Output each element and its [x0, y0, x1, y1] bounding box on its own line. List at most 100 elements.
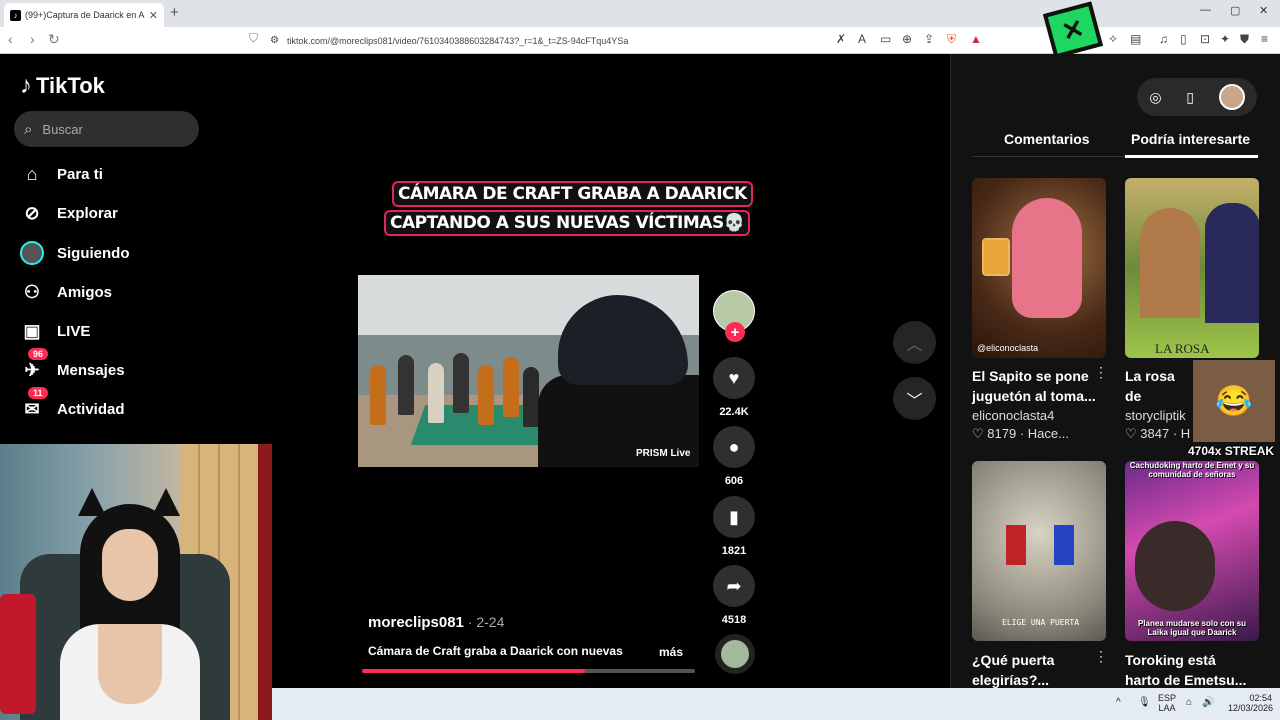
- sidebar-item-actividad[interactable]: ✉ 11 Actividad: [20, 387, 125, 423]
- bookmark-icon[interactable]: ⛉: [249, 31, 258, 46]
- comment-button[interactable]: ●: [713, 426, 755, 468]
- sidebar-item-label: Explorar: [57, 204, 118, 222]
- menu-icon[interactable]: ≡: [1261, 32, 1268, 46]
- sidebar-item-mensajes[interactable]: ✈ 96 Mensajes: [20, 348, 125, 384]
- thumbnail-top-text: Cachudoking harto de Emet y su comunidad…: [1129, 461, 1255, 479]
- video-author[interactable]: moreclips081 · 2-24: [368, 614, 504, 631]
- sidebar-item-live[interactable]: ▣ LIVE: [20, 317, 90, 345]
- save-button[interactable]: ▮: [713, 496, 755, 538]
- following-avatar-icon: ◉: [20, 241, 44, 265]
- heart-icon: ♥: [728, 367, 740, 388]
- sidebar-item-amigos[interactable]: ⚇ Amigos: [20, 278, 112, 306]
- heart-outline-icon: ♡: [1125, 426, 1137, 441]
- site-settings-icon[interactable]: ⚙: [270, 35, 279, 46]
- comment-count: 606: [724, 475, 744, 487]
- url-text: tiktok.com/@moreclips081/video/761034038…: [286, 35, 629, 46]
- video-thumbnail[interactable]: ELIGE UNA PUERTA: [972, 461, 1106, 641]
- sidebar-item-explorar[interactable]: ⊘ Explorar: [20, 199, 118, 227]
- video-player[interactable]: [358, 275, 699, 467]
- reader-icon[interactable]: ✗: [836, 32, 846, 46]
- video-user[interactable]: storycliptik: [1125, 408, 1195, 423]
- video-progress-bar[interactable]: [362, 669, 695, 673]
- close-window-button[interactable]: ✕: [1259, 4, 1268, 17]
- share-icon[interactable]: ⇪: [924, 32, 934, 46]
- more-options-icon[interactable]: ⋮: [1094, 364, 1108, 381]
- rewards-icon[interactable]: ▲: [970, 32, 982, 46]
- new-tab-button[interactable]: +: [170, 4, 179, 21]
- video-thumbnail[interactable]: @eliconoclasta: [972, 178, 1106, 358]
- video-thumbnail[interactable]: LA ROSA: [1125, 178, 1259, 358]
- sidebar-item-label: Siguiendo: [57, 244, 130, 262]
- next-video-button[interactable]: ﹀: [893, 377, 936, 420]
- thumbnail-handle: @eliconoclasta: [977, 343, 1039, 353]
- follow-plus-icon[interactable]: +: [725, 322, 745, 342]
- volume-icon[interactable]: 🔊: [1202, 697, 1214, 708]
- messages-icon: ✈ 96: [20, 348, 49, 382]
- minimize-button[interactable]: —: [1200, 4, 1211, 16]
- shield-icon[interactable]: ⛊: [1240, 32, 1249, 47]
- tiktok-logo[interactable]: ♪ TikTok: [20, 72, 105, 100]
- device-icon[interactable]: ▯: [1186, 89, 1194, 106]
- forward-icon[interactable]: ›: [30, 31, 35, 47]
- music-disc-icon[interactable]: [715, 634, 755, 674]
- activity-icon: ✉ 11: [20, 387, 48, 421]
- network-icon[interactable]: ⌂: [1186, 697, 1192, 708]
- clock[interactable]: 02:54 12/03/2026: [1228, 693, 1273, 713]
- back-icon[interactable]: ‹: [8, 31, 13, 47]
- vpn-icon[interactable]: ⊡: [1200, 32, 1210, 46]
- video-caption-line2: CAPTANDO A SUS NUEVAS VÍCTIMAS💀: [384, 210, 751, 236]
- brave-shield-icon[interactable]: ⛨: [947, 32, 956, 47]
- close-tab-icon[interactable]: ✕: [149, 9, 158, 22]
- wallet-icon[interactable]: ▤: [1130, 32, 1141, 46]
- tab-comentarios[interactable]: Comentarios: [1004, 131, 1090, 147]
- music-icon[interactable]: ♫: [1159, 32, 1168, 46]
- search-placeholder: Buscar: [42, 121, 83, 137]
- sidebar-item-para-ti[interactable]: ⌂ Para ti: [20, 160, 103, 188]
- video-caption-line1: CÁMARA DE CRAFT GRABA A DAARICK: [392, 181, 753, 207]
- leo-ai-icon[interactable]: ✦: [1220, 32, 1230, 46]
- previous-video-button[interactable]: ︿: [893, 321, 936, 364]
- language-indicator[interactable]: ESP LAA: [1158, 693, 1176, 713]
- cast-icon[interactable]: ▭: [880, 32, 891, 46]
- sidebar-item-siguiendo[interactable]: ◉ Siguiendo: [20, 239, 130, 267]
- more-options-icon[interactable]: ⋮: [1094, 648, 1108, 665]
- microphone-icon[interactable]: 🎙: [1138, 697, 1151, 708]
- thumbnail-overlay-text: ELIGE UNA PUERTA: [1002, 618, 1080, 627]
- video-thumbnail[interactable]: Cachudoking harto de Emet y su comunidad…: [1125, 461, 1259, 641]
- translate-icon[interactable]: A: [858, 32, 866, 46]
- search-input[interactable]: ⌕ Buscar: [14, 111, 199, 147]
- like-count: 22.4K: [719, 406, 749, 418]
- browser-tab[interactable]: ♪ (99+)Captura de Daarick en A ✕: [4, 3, 164, 27]
- zoom-icon[interactable]: ⊕: [902, 32, 912, 46]
- sidebar-item-label: Amigos: [57, 283, 113, 301]
- video-title[interactable]: Toroking está harto de Emetsu...: [1125, 650, 1253, 690]
- messages-badge: 96: [28, 348, 49, 360]
- compass-icon[interactable]: ◎: [1149, 89, 1161, 106]
- live-icon: ▣: [23, 320, 41, 341]
- windows-taskbar: [272, 688, 1280, 720]
- tab-podria-interesarte[interactable]: Podría interesarte: [1131, 131, 1250, 147]
- comment-icon: ●: [728, 436, 740, 457]
- reload-icon[interactable]: ↻: [48, 31, 60, 48]
- video-title[interactable]: La rosa de Guadalupe: [1125, 366, 1195, 406]
- video-title[interactable]: ¿Qué puerta elegirías?...: [972, 650, 1100, 690]
- thumbnail-overlay-text: LA ROSA: [1155, 341, 1210, 356]
- sidebar-icon[interactable]: ▯: [1180, 32, 1187, 46]
- video-meta: ♡ 8179 · Hace...: [972, 426, 1069, 441]
- profile-avatar[interactable]: [1218, 84, 1245, 110]
- share-button[interactable]: ➦: [713, 565, 755, 607]
- post-date: · 2-24: [463, 614, 505, 630]
- video-title[interactable]: El Sapito se pone juguetón al toma...: [972, 366, 1100, 406]
- extensions-icon[interactable]: ✧: [1108, 32, 1118, 46]
- video-description: Cámara de Craft graba a Daarick con nuev…: [368, 644, 623, 658]
- sidebar-item-label: Mensajes: [57, 361, 125, 379]
- like-button[interactable]: ♥: [713, 357, 755, 399]
- share-arrow-icon: ➦: [726, 575, 742, 596]
- video-user[interactable]: eliconoclasta4: [972, 408, 1054, 423]
- more-button[interactable]: más: [659, 645, 683, 659]
- thumbnail-overlay-text: Planea mudarse solo con su Laika igual q…: [1137, 619, 1247, 637]
- maximize-button[interactable]: ▢: [1230, 4, 1240, 17]
- webcam-overlay: [0, 444, 272, 720]
- tray-chevron-icon[interactable]: ^: [1116, 697, 1121, 708]
- sidebar-item-label: LIVE: [57, 322, 91, 340]
